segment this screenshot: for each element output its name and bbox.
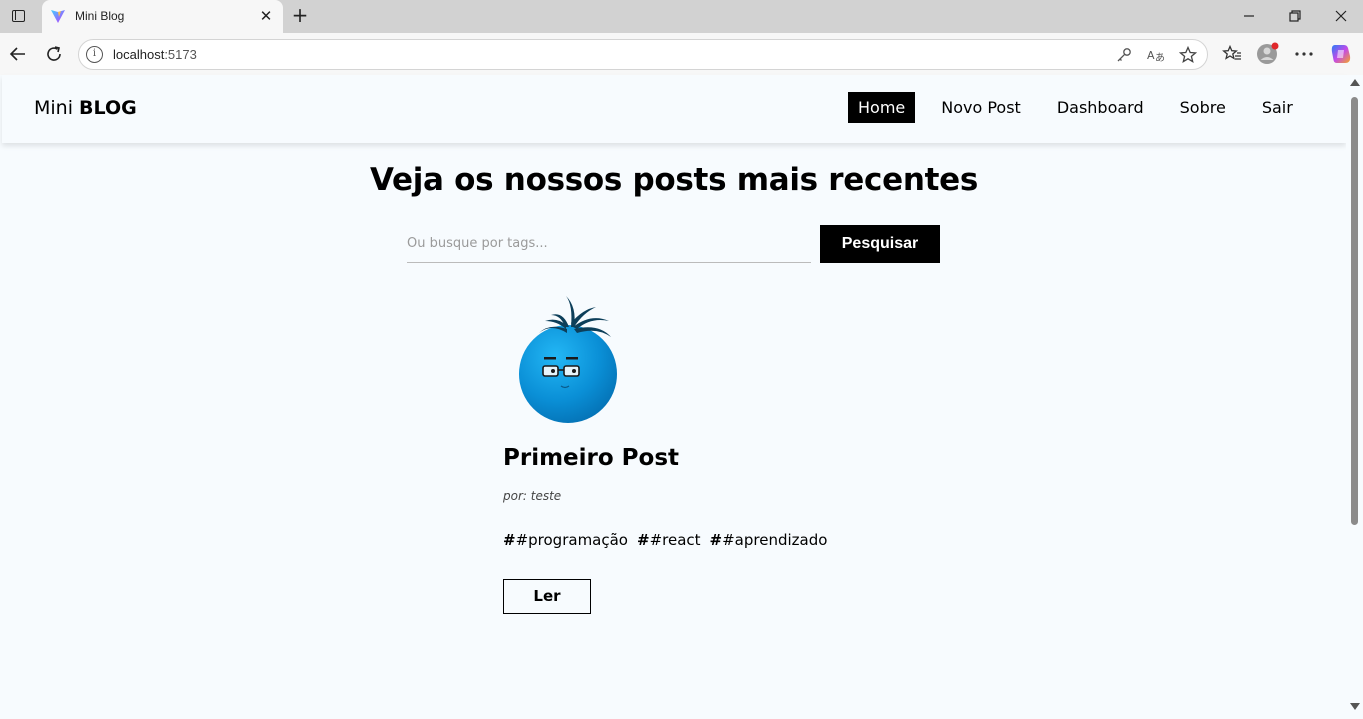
svg-text:A: A [1147, 49, 1155, 62]
tab-title: Mini Blog [75, 9, 125, 23]
restore-icon[interactable] [1282, 5, 1308, 27]
window-close-icon[interactable] [1328, 5, 1354, 27]
url-text: localhost:5173 [113, 47, 197, 62]
post-tags: ##programação ##react ##aprendizado [503, 531, 836, 549]
favorite-star-icon[interactable] [1179, 46, 1197, 64]
browser-tab-bar: Mini Blog ✕ + [0, 0, 1363, 33]
more-menu-icon[interactable] [1292, 42, 1316, 66]
post-author: por: teste [503, 489, 562, 503]
browser-tab[interactable]: Mini Blog ✕ [42, 0, 283, 33]
tag-item: ##programação [503, 531, 628, 549]
translate-icon[interactable]: Aあ [1147, 46, 1165, 64]
nav-links: Home Novo Post Dashboard Sobre Sair [848, 92, 1319, 123]
search-button[interactable]: Pesquisar [820, 225, 940, 263]
browser-toolbar: i localhost:5173 Aあ [0, 33, 1363, 75]
minimize-icon[interactable] [1236, 5, 1262, 27]
page-title: Veja os nossos posts mais recentes [370, 162, 978, 198]
page-content: Mini BLOG Home Novo Post Dashboard Sobre… [2, 75, 1346, 716]
post-title: Primeiro Post [503, 445, 680, 471]
profile-avatar-icon[interactable] [1256, 42, 1280, 66]
address-bar[interactable]: i localhost:5173 Aあ [78, 39, 1208, 70]
site-brand[interactable]: Mini BLOG [34, 97, 137, 119]
nav-link-dashboard[interactable]: Dashboard [1047, 92, 1154, 123]
reload-icon[interactable] [42, 42, 66, 66]
nav-link-home[interactable]: Home [848, 92, 916, 123]
favorites-icon[interactable] [1220, 42, 1244, 66]
read-post-button[interactable]: Ler [503, 579, 591, 614]
new-tab-icon[interactable]: + [289, 5, 311, 27]
nav-link-sobre[interactable]: Sobre [1170, 92, 1236, 123]
scroll-down-icon[interactable] [1350, 703, 1360, 710]
vite-favicon-icon [51, 10, 65, 23]
tag-item: ##react [636, 531, 701, 549]
site-info-icon[interactable]: i [86, 46, 103, 63]
site-navbar: Mini BLOG Home Novo Post Dashboard Sobre… [2, 75, 1346, 143]
tag-item: ##aprendizado [709, 531, 828, 549]
page-scrollbar[interactable] [1346, 75, 1363, 716]
copilot-icon[interactable] [1329, 42, 1353, 66]
nav-link-sair[interactable]: Sair [1252, 92, 1303, 123]
post-image [519, 296, 617, 423]
scrollbar-thumb[interactable] [1351, 97, 1358, 525]
tab-close-icon[interactable]: ✕ [258, 7, 274, 25]
tag-search-input[interactable] [407, 225, 811, 263]
back-icon[interactable] [6, 42, 30, 66]
svg-text:あ: あ [1155, 52, 1165, 63]
key-icon[interactable] [1115, 46, 1133, 64]
tab-actions-icon[interactable] [6, 5, 30, 27]
scroll-up-icon[interactable] [1350, 79, 1360, 86]
nav-link-novo-post[interactable]: Novo Post [931, 92, 1031, 123]
